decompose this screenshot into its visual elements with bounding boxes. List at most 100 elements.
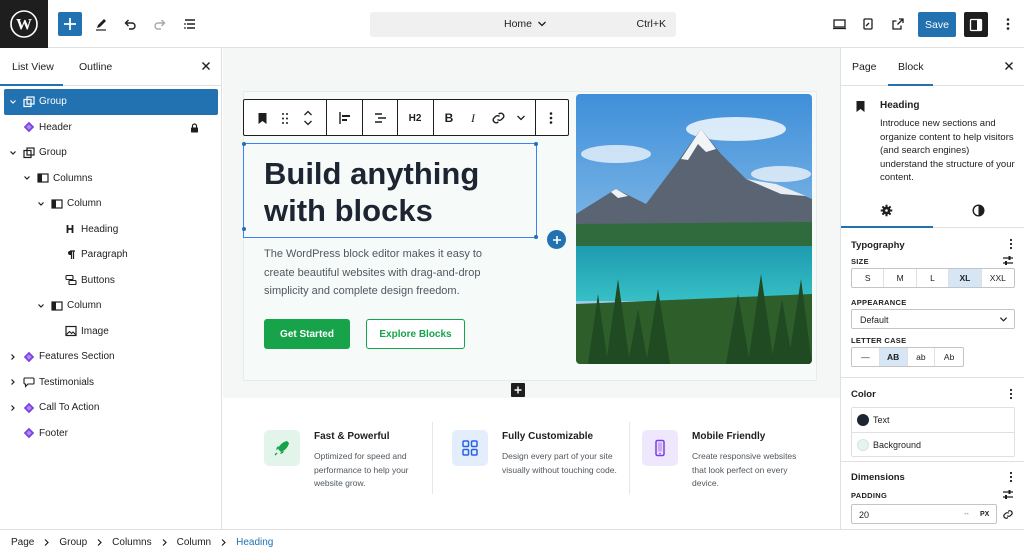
chevron-down-icon[interactable]: [514, 110, 528, 126]
add-block-button[interactable]: [58, 12, 82, 36]
insert-block-plus-icon[interactable]: [547, 230, 566, 249]
hero-paragraph[interactable]: The WordPress block editor makes it easy…: [264, 245, 514, 301]
text-color-item[interactable]: Text: [852, 408, 1014, 432]
breadcrumb-item[interactable]: Heading: [236, 537, 273, 548]
reset-unit-icon[interactable]: ↔: [963, 510, 970, 517]
list-view-item-footer[interactable]: Footer: [0, 421, 222, 447]
tab-list-view[interactable]: List View: [12, 61, 54, 73]
list-view-item-testimonials[interactable]: Testimonials: [0, 370, 222, 396]
tab-outline[interactable]: Outline: [79, 61, 112, 73]
unit-select[interactable]: PX: [980, 511, 989, 518]
text-align-icon[interactable]: [371, 110, 389, 126]
heading-level-button[interactable]: H2: [404, 110, 426, 126]
list-view-item-group[interactable]: Group: [0, 140, 222, 166]
font-size-option[interactable]: XL: [949, 269, 982, 287]
chevron-right-icon[interactable]: [8, 352, 18, 362]
hero-heading[interactable]: Build anything with blocks: [264, 155, 524, 229]
hero-mountain-image[interactable]: [576, 94, 812, 364]
breadcrumb-item[interactable]: Column: [177, 537, 211, 548]
drag-handle-icon[interactable]: [278, 110, 292, 126]
pencil-icon[interactable]: [89, 12, 113, 36]
close-icon[interactable]: [1003, 60, 1015, 72]
resize-handle[interactable]: [534, 142, 538, 146]
wordpress-logo-icon[interactable]: W: [0, 0, 48, 48]
list-view-item-call-to-action[interactable]: Call To Action: [0, 395, 222, 421]
list-view-item-header[interactable]: Header: [0, 115, 222, 141]
document-overview-icon[interactable]: [178, 12, 202, 36]
color-settings-list: Text Background: [851, 407, 1015, 457]
explore-blocks-button[interactable]: Explore Blocks: [366, 319, 465, 349]
italic-icon[interactable]: I: [466, 110, 480, 126]
chevron-down-icon[interactable]: [8, 148, 18, 158]
feature-title: Mobile Friendly: [692, 431, 766, 442]
styles-half-circle-icon[interactable]: [972, 204, 985, 217]
chevron-down-icon[interactable]: [8, 97, 18, 107]
list-view-item-buttons[interactable]: Buttons: [0, 268, 222, 294]
padding-input[interactable]: 20 ↔ PX: [851, 504, 997, 524]
chevron-down-icon[interactable]: [36, 301, 46, 311]
padding-sliders-icon[interactable]: [1002, 489, 1014, 500]
list-view-item-group[interactable]: Group: [4, 89, 218, 115]
dimensions-options-icon[interactable]: [1009, 471, 1013, 483]
list-view-item-features-section[interactable]: Features Section: [0, 344, 222, 370]
align-left-icon[interactable]: [336, 110, 354, 126]
block-inserter-plus-icon[interactable]: [511, 383, 525, 397]
breadcrumb-item[interactable]: Columns: [112, 537, 151, 548]
redo-icon[interactable]: [148, 12, 172, 36]
breadcrumb-item[interactable]: Group: [59, 537, 87, 548]
chevron-right-icon: [220, 538, 227, 547]
bold-icon[interactable]: B: [442, 110, 456, 126]
external-link-icon[interactable]: [886, 12, 910, 36]
list-view-item-columns[interactable]: Columns: [0, 166, 222, 192]
font-size-option[interactable]: M: [884, 269, 917, 287]
bookmark-icon[interactable]: [254, 110, 270, 126]
letter-case-option[interactable]: AB: [879, 348, 908, 366]
chevron-right-icon[interactable]: [8, 377, 18, 387]
background-color-label: Background: [873, 439, 922, 450]
background-color-item[interactable]: Background: [852, 432, 1014, 456]
list-view-item-column[interactable]: Column: [0, 293, 222, 319]
tab-block[interactable]: Block: [898, 61, 924, 73]
list-view-item-paragraph[interactable]: Paragraph: [0, 242, 222, 268]
breadcrumb-item[interactable]: Page: [11, 537, 34, 548]
undo-icon[interactable]: [118, 12, 142, 36]
letter-case-option[interactable]: ab: [908, 348, 936, 366]
chevron-down-icon[interactable]: [36, 199, 46, 209]
desktop-preview-icon[interactable]: [827, 12, 851, 36]
template-icon[interactable]: [856, 12, 880, 36]
move-up-down-icon[interactable]: [301, 110, 315, 126]
link-icon[interactable]: [489, 110, 507, 126]
chevron-right-icon[interactable]: [8, 403, 18, 413]
active-tab-indicator: [0, 84, 63, 86]
list-view-item-column[interactable]: Column: [0, 191, 222, 217]
chevron-down-icon[interactable]: [22, 173, 32, 183]
save-button[interactable]: Save: [918, 12, 956, 37]
color-options-icon[interactable]: [1009, 388, 1013, 400]
settings-sidebar-toggle[interactable]: [964, 12, 988, 37]
options-kebab-icon[interactable]: [996, 12, 1020, 36]
typography-options-icon[interactable]: [1009, 238, 1013, 250]
appearance-select[interactable]: Default: [851, 309, 1015, 329]
list-view-item-heading[interactable]: Heading: [0, 217, 222, 243]
letter-case-option[interactable]: Ab: [935, 348, 963, 366]
command-palette-bar[interactable]: Home Ctrl+K: [370, 12, 676, 37]
link-sides-icon[interactable]: [1002, 509, 1014, 520]
get-started-button[interactable]: Get Started: [264, 319, 350, 349]
chevron-right-icon: [43, 538, 50, 547]
list-view-item-label: Testimonials: [39, 376, 95, 388]
letter-case-option[interactable]: —: [852, 348, 880, 366]
list-view-item-label: Footer: [39, 427, 68, 439]
toolbar-divider: [397, 100, 398, 135]
more-options-icon[interactable]: [544, 110, 558, 126]
font-size-option[interactable]: XXL: [982, 269, 1014, 287]
close-icon[interactable]: [200, 60, 212, 72]
resize-handle[interactable]: [242, 142, 246, 146]
resize-handle[interactable]: [534, 235, 538, 239]
tab-page[interactable]: Page: [852, 61, 877, 73]
font-size-option[interactable]: S: [852, 269, 885, 287]
custom-size-sliders-icon[interactable]: [1002, 255, 1014, 266]
list-view-item-image[interactable]: Image: [0, 319, 222, 345]
resize-handle[interactable]: [242, 227, 246, 231]
font-size-option[interactable]: L: [917, 269, 950, 287]
settings-gear-icon[interactable]: [880, 204, 893, 217]
